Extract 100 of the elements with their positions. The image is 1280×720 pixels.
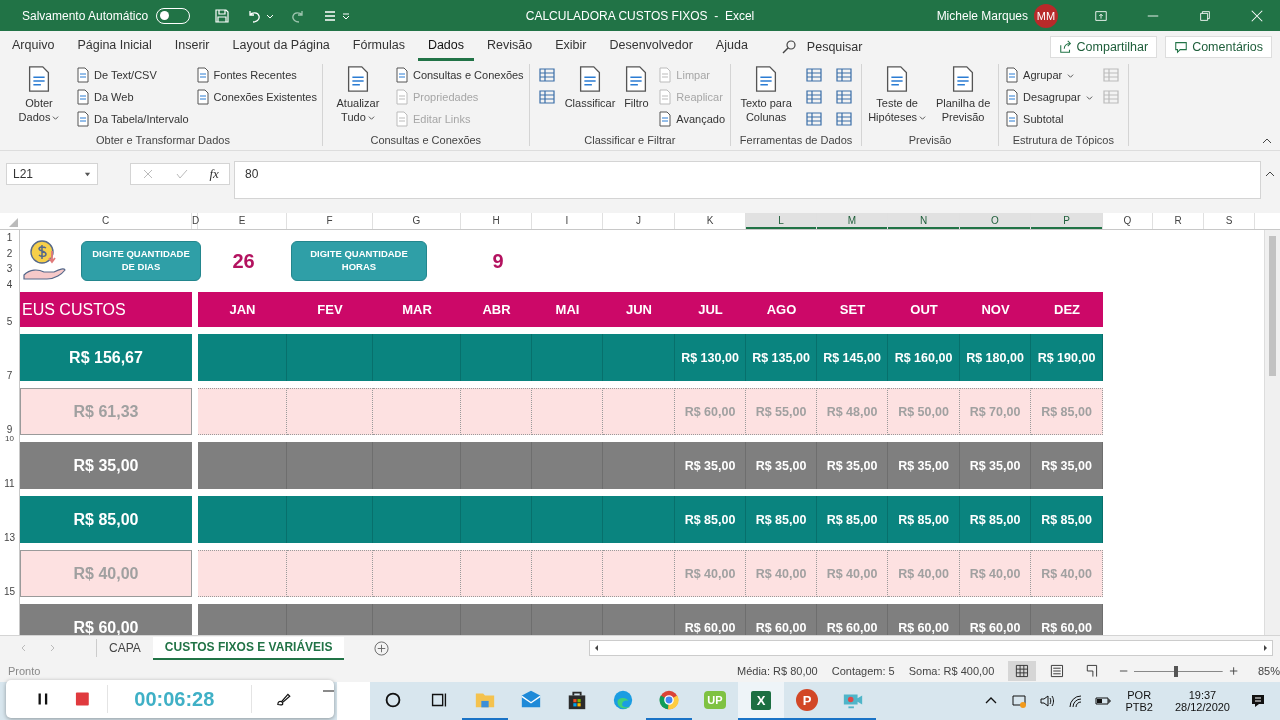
table-cell: R$ 40,00 — [888, 550, 960, 597]
column-header[interactable]: Q — [1103, 213, 1153, 229]
ribbon-button[interactable]: Planilha de Previsão — [933, 64, 994, 132]
ribbon-tab[interactable]: Ajuda — [705, 32, 758, 61]
column-header[interactable]: F — [287, 213, 373, 229]
count-readout: Contagem: 5 — [831, 665, 895, 677]
notification-icon[interactable] — [1250, 693, 1266, 709]
table-cell — [532, 496, 603, 543]
ribbon-button[interactable]: Subtotal — [1004, 108, 1093, 130]
column-header[interactable]: O — [960, 213, 1031, 229]
add-sheet-icon[interactable] — [374, 640, 390, 656]
user-avatar[interactable]: MM — [1034, 3, 1058, 28]
window-title: CALCULADORA CUSTOS FIXOS - Excel — [525, 8, 755, 23]
column-header[interactable]: J — [603, 213, 675, 229]
row-header[interactable]: 15 — [3, 586, 16, 597]
column-header[interactable]: G — [373, 213, 461, 229]
monitor-icon[interactable] — [1011, 693, 1028, 709]
row-header[interactable]: 1 — [0, 230, 19, 246]
column-header[interactable]: C — [20, 213, 192, 229]
comments-button[interactable]: Comentários — [1165, 35, 1272, 58]
table-cell: R$ 40,00 — [817, 550, 888, 597]
table-cell: R$ 160,00 — [888, 334, 960, 381]
ribbon-tab[interactable]: Arquivo — [2, 32, 65, 61]
grid-icon[interactable] — [805, 110, 824, 128]
ribbon-button[interactable]: Texto para Colunas — [736, 64, 797, 132]
sheet-tab[interactable]: CAPA — [97, 636, 153, 660]
row-header[interactable]: 3 — [0, 261, 19, 277]
ribbon-button[interactable]: Consultas e Conexões — [393, 64, 524, 86]
ribbon-button[interactable]: Da Tabela/Intervalo — [75, 108, 189, 130]
ribbon-button[interactable]: Classificar — [564, 64, 616, 132]
volume-icon[interactable] — [1039, 693, 1056, 709]
ribbon-tab[interactable]: Inserir — [164, 32, 220, 61]
ribbon-button[interactable]: Desagrupar — [1004, 86, 1093, 108]
check-icon[interactable] — [175, 167, 190, 181]
ribbon-button[interactable]: Avançado — [657, 108, 726, 130]
grid-icon[interactable] — [805, 88, 824, 106]
zoom-in-icon[interactable] — [1228, 666, 1238, 676]
zoom-level[interactable]: 85% — [1258, 665, 1280, 677]
normal-view-icon[interactable] — [1008, 661, 1037, 681]
column-header[interactable]: I — [532, 213, 603, 229]
taskbar-button[interactable]: X — [738, 682, 784, 720]
ribbon-tab[interactable]: Página Inicial — [67, 32, 162, 61]
grid-icon[interactable] — [537, 88, 556, 106]
column-header[interactable]: D — [192, 213, 198, 229]
row-header[interactable]: 4 — [0, 276, 19, 292]
row-header[interactable]: 11 — [4, 478, 15, 489]
column-header[interactable]: H — [461, 213, 532, 229]
vertical-scrollbar[interactable] — [1264, 230, 1280, 635]
collapse-icon[interactable] — [1262, 136, 1272, 146]
grid-icon[interactable] — [835, 66, 854, 84]
column-header[interactable]: N — [888, 213, 960, 229]
column-header[interactable]: E — [198, 213, 287, 229]
column-header[interactable]: P — [1031, 213, 1103, 229]
search-field[interactable]: Pesquisar — [780, 38, 899, 55]
column-header[interactable]: L — [746, 213, 817, 229]
row-header[interactable]: 10 — [5, 435, 14, 442]
column-header[interactable]: S — [1204, 213, 1255, 229]
ribbon-button[interactable]: Da Web — [75, 86, 189, 108]
share-button[interactable]: Compartilhar — [1049, 35, 1158, 58]
collapse-icon[interactable] — [1265, 169, 1275, 179]
clock[interactable]: 19:37 28/12/2020 — [1174, 682, 1230, 720]
ribbon-tab[interactable]: Layout da Página — [222, 32, 340, 61]
minimize-icon[interactable] — [323, 689, 335, 693]
ribbon-button[interactable]: De Text/CSV — [75, 64, 189, 86]
ribbon-button[interactable]: Obter Dados — [9, 64, 69, 132]
language-indicator[interactable]: POR PTB2 — [1125, 682, 1153, 720]
row-header[interactable]: 13 — [3, 532, 16, 543]
sheet-tab[interactable]: CUSTOS FIXOS E VARIÁVEIS — [152, 636, 345, 660]
ribbon-button[interactable]: Atualizar Tudo — [327, 64, 388, 132]
ribbon-tab[interactable]: Exibir — [545, 32, 597, 61]
grid-icon[interactable] — [537, 66, 556, 84]
ribbon-button[interactable]: Conexões Existentes — [194, 86, 317, 108]
grid-icon[interactable] — [835, 88, 854, 106]
app-logo: UP — [704, 691, 726, 709]
column-header[interactable]: M — [817, 213, 888, 229]
ribbon-button[interactable]: Teste de Hipóteses — [867, 64, 928, 132]
pen-icon[interactable] — [276, 691, 291, 707]
ribbon-button[interactable]: Filtro — [621, 64, 652, 132]
name-box[interactable]: L21 — [6, 163, 98, 185]
column-header[interactable]: R — [1153, 213, 1204, 229]
insert-function-button[interactable]: fx — [209, 166, 219, 182]
horizontal-scrollbar[interactable] — [589, 640, 1274, 656]
formula-input[interactable]: 80 — [234, 161, 1261, 199]
grid-icon[interactable] — [835, 110, 854, 128]
taskbar-button[interactable]: P — [784, 682, 830, 720]
caret-icon — [1067, 71, 1075, 79]
row-header[interactable]: 7 — [6, 370, 13, 381]
ribbon-tab[interactable]: Dados — [417, 32, 475, 61]
ribbon-tab[interactable]: Fórmulas — [342, 32, 415, 61]
caret-icon[interactable] — [342, 11, 351, 20]
ribbon-button[interactable]: Fontes Recentes — [194, 64, 317, 86]
ribbon-tab[interactable]: Revisão — [477, 32, 543, 61]
row-header[interactable]: 2 — [0, 245, 19, 261]
row-header[interactable]: 9 — [6, 424, 13, 435]
save-icon[interactable] — [214, 7, 231, 24]
ribbon-tab[interactable]: Desenvolvedor — [599, 32, 703, 61]
stop-icon[interactable] — [74, 691, 90, 707]
ribbon-button[interactable]: Agrupar — [1004, 64, 1093, 86]
wifi-icon[interactable] — [1067, 693, 1084, 709]
grid-icon[interactable] — [805, 66, 824, 84]
